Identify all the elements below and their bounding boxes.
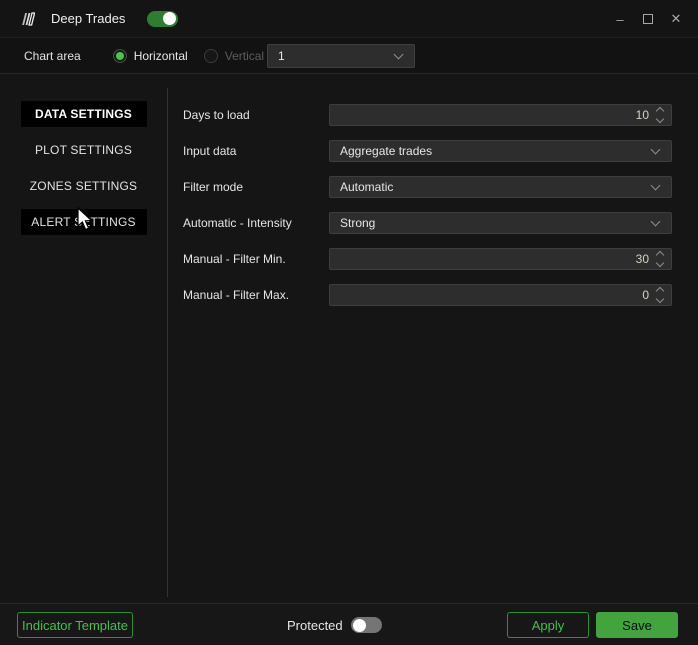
radio-unselected-icon xyxy=(203,48,218,63)
sidebar-item-zones-settings[interactable]: ZONES SETTINGS xyxy=(21,173,147,199)
protected-toggle[interactable] xyxy=(350,617,382,633)
number-value: 10 xyxy=(635,108,649,122)
radio-horizontal-label: Horizontal xyxy=(133,48,188,63)
sidebar-item-alert-settings[interactable]: ALERT SETTINGS xyxy=(20,209,147,235)
window-controls: – ✕ xyxy=(606,0,690,38)
settings-form: Days to load 10 Input data Aggregate tra… xyxy=(167,104,698,320)
sidebar-item-data-settings[interactable]: DATA SETTINGS xyxy=(20,101,147,127)
minimize-button[interactable]: – xyxy=(606,0,634,38)
spinner-icon[interactable] xyxy=(655,106,665,124)
field-label: Filter mode xyxy=(183,180,244,194)
form-row: Input data Aggregate trades xyxy=(167,140,698,162)
indicator-settings-window: Deep Trades – ✕ Chart area Horizontal Ve… xyxy=(0,0,698,645)
field-label: Input data xyxy=(183,144,237,158)
radio-selected-icon xyxy=(112,48,127,63)
form-row: Manual - Filter Min. 30 xyxy=(167,248,698,270)
toggle-knob xyxy=(163,12,177,25)
save-button-label: Save xyxy=(622,617,652,633)
chart-number-select[interactable]: 1 xyxy=(267,43,415,68)
form-row: Automatic - Intensity Strong xyxy=(167,212,698,234)
sidebar-item-label: DATA SETTINGS xyxy=(34,107,133,121)
indicator-template-label: Indicator Template xyxy=(22,617,128,633)
form-row: Filter mode Automatic xyxy=(167,176,698,198)
chevron-down-icon xyxy=(650,216,661,227)
title-bar: Deep Trades – ✕ xyxy=(0,0,698,38)
window-title: Deep Trades xyxy=(51,11,126,26)
radio-vertical[interactable]: Vertical xyxy=(203,48,265,63)
input-data-select[interactable]: Aggregate trades xyxy=(329,140,672,162)
indicator-enabled-toggle[interactable] xyxy=(147,10,179,27)
automatic-intensity-select[interactable]: Strong xyxy=(329,212,672,234)
form-row: Days to load 10 xyxy=(167,104,698,126)
settings-sidebar: DATA SETTINGS PLOT SETTINGS ZONES SETTIN… xyxy=(0,101,167,245)
close-icon: ✕ xyxy=(670,11,682,26)
sidebar-item-label: PLOT SETTINGS xyxy=(34,143,133,157)
manual-filter-min-input[interactable]: 30 xyxy=(329,248,672,270)
field-label: Days to load xyxy=(183,108,250,122)
content-area: DATA SETTINGS PLOT SETTINGS ZONES SETTIN… xyxy=(0,74,698,603)
spinner-icon[interactable] xyxy=(655,286,665,304)
form-row: Manual - Filter Max. 0 xyxy=(167,284,698,306)
select-value: Automatic xyxy=(340,180,394,194)
filter-mode-select[interactable]: Automatic xyxy=(329,176,672,198)
orientation-radio-group: Horizontal Vertical xyxy=(112,48,280,63)
chevron-down-icon xyxy=(650,180,661,191)
sidebar-item-label: ALERT SETTINGS xyxy=(31,215,136,229)
close-button[interactable]: ✕ xyxy=(662,0,690,38)
save-button[interactable]: Save xyxy=(596,612,678,638)
manual-filter-max-input[interactable]: 0 xyxy=(329,284,672,306)
chart-area-label: Chart area xyxy=(24,48,81,63)
field-label: Automatic - Intensity xyxy=(183,216,292,230)
spinner-icon[interactable] xyxy=(655,250,665,268)
indicator-template-button[interactable]: Indicator Template xyxy=(17,612,133,638)
chart-area-bar: Chart area Horizontal Vertical 1 xyxy=(0,38,698,74)
minimize-icon: – xyxy=(616,11,624,27)
field-label: Manual - Filter Min. xyxy=(183,252,286,266)
protected-group: Protected xyxy=(287,604,382,645)
chart-number-value: 1 xyxy=(278,48,285,63)
footer-bar: Indicator Template Protected Apply Save xyxy=(0,603,698,645)
radio-horizontal[interactable]: Horizontal xyxy=(112,48,188,63)
days-to-load-input[interactable]: 10 xyxy=(329,104,672,126)
protected-label: Protected xyxy=(287,617,343,633)
field-label: Manual - Filter Max. xyxy=(183,288,290,302)
maximize-icon xyxy=(643,14,653,24)
number-value: 30 xyxy=(635,252,649,266)
chevron-down-icon xyxy=(650,144,661,155)
sidebar-item-label: ZONES SETTINGS xyxy=(29,179,138,193)
toggle-knob xyxy=(352,618,366,632)
select-value: Aggregate trades xyxy=(340,144,433,158)
app-logo-icon xyxy=(18,11,35,26)
sidebar-item-plot-settings[interactable]: PLOT SETTINGS xyxy=(21,137,147,163)
number-value: 0 xyxy=(642,288,649,302)
apply-button-label: Apply xyxy=(531,617,565,633)
maximize-button[interactable] xyxy=(634,0,662,38)
apply-button[interactable]: Apply xyxy=(507,612,589,638)
select-value: Strong xyxy=(340,216,376,230)
chevron-down-icon xyxy=(393,49,404,59)
radio-vertical-label: Vertical xyxy=(224,48,265,63)
